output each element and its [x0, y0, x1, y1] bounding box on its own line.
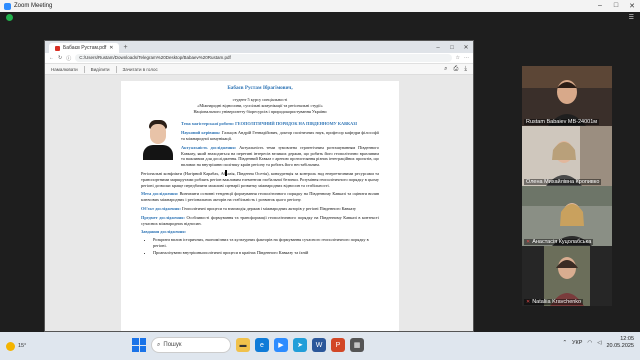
- wifi-icon[interactable]: ◠: [587, 340, 592, 346]
- toolbar-divider: [83, 65, 85, 73]
- clock-time: 12:05: [620, 336, 634, 342]
- info-icon[interactable]: ⓘ: [66, 55, 71, 62]
- object-label: Об'єкт дослідження:: [141, 205, 181, 211]
- taskbar: 15° ⌕ Пошук ▬ e ▶ ➤ W P ▦ ⌃ УКР ◠ ◁ 12:0…: [0, 332, 640, 360]
- zoom-app-icon[interactable]: ▶: [274, 338, 288, 352]
- browser-minimize-button[interactable]: –: [431, 43, 445, 53]
- search-icon: ⌕: [157, 341, 161, 348]
- mic-muted-icon: ✕: [526, 299, 531, 305]
- tasks-label: Завдання дослідження:: [141, 229, 186, 235]
- author-name: Бабаєв Рустам Ібрагімович,: [227, 85, 293, 91]
- security-shield-icon[interactable]: [6, 14, 13, 21]
- subject-label: Предмет дослідження:: [141, 214, 185, 220]
- pdf-toolbar: Намалювати Виділити Зачитати в голос ⌕ ⎙…: [45, 64, 473, 75]
- close-button[interactable]: ✕: [624, 2, 640, 10]
- author-photo: [141, 118, 175, 161]
- maximize-button[interactable]: □: [608, 2, 624, 10]
- weather-sun-icon: [6, 341, 15, 351]
- relevance-label: Актуальність дослідження:: [181, 144, 237, 150]
- tab-label: Бабаєв Рустам.pdf: [63, 45, 107, 51]
- minimize-button[interactable]: –: [592, 2, 608, 10]
- back-icon[interactable]: ←: [49, 55, 54, 61]
- chevron-up-icon[interactable]: ⌃: [562, 340, 567, 346]
- topic-label: Тема магістерської роботи:: [181, 121, 234, 127]
- system-tray: ⌃ УКР ◠ ◁ 12:05 20.05.2025: [562, 336, 634, 349]
- object-text: Геополітичні процеси та взаємодія держав…: [181, 205, 357, 211]
- url-field[interactable]: C:/Users/Rustam/Downloads/Telegram%20Des…: [75, 54, 452, 62]
- view-menu-icon[interactable]: ☰: [629, 14, 634, 21]
- weather-temp: 15°: [18, 343, 27, 349]
- shared-screen: Бабаєв Рустам.pdf ✕ + – □ ✕ ← ↻ ⓘ C:/Use…: [44, 40, 474, 332]
- participants-panel: Rustam Babaiev МВ-24001м Олена Михайлівн…: [522, 66, 612, 306]
- weather-widget[interactable]: 15°: [6, 341, 27, 351]
- participant-video: [522, 246, 612, 306]
- participant-video: [522, 66, 612, 126]
- zoom-icon: [4, 2, 11, 10]
- save-icon[interactable]: ⤓: [464, 66, 467, 73]
- reload-icon[interactable]: ↻: [58, 55, 62, 61]
- powerpoint-icon[interactable]: P: [331, 338, 345, 352]
- meeting-stage: ☰ Бабаєв Рустам.pdf ✕ + – □ ✕ ← ↻ ⓘ C:/U…: [0, 12, 640, 332]
- pdf-viewer[interactable]: Бабаєв Рустам Ібрагімович, студент 5 кур…: [45, 75, 473, 331]
- text-cursor-icon: [225, 170, 227, 176]
- participant-name: Nataliia Kravchenko: [532, 299, 582, 305]
- telegram-icon[interactable]: ➤: [293, 338, 307, 352]
- goal-label: Мета дослідження:: [141, 191, 179, 197]
- lang-indicator[interactable]: УКР: [572, 340, 582, 346]
- participant-video: [522, 126, 612, 186]
- mic-muted-icon: ✕: [526, 239, 531, 245]
- browser-maximize-button[interactable]: □: [445, 43, 459, 53]
- tab-close-icon[interactable]: ✕: [109, 43, 113, 53]
- print-icon[interactable]: ⎙: [454, 66, 459, 73]
- store-icon[interactable]: ▦: [350, 338, 364, 352]
- window-title: Zoom Meeting: [14, 3, 53, 9]
- start-button[interactable]: [132, 338, 146, 352]
- supervisor-label: Науковий керівник:: [181, 130, 221, 136]
- search-placeholder: Пошук: [163, 342, 182, 348]
- pdf-page: Бабаєв Рустам Ібрагімович, студент 5 кур…: [121, 81, 399, 331]
- list-item: Проаналізувати внутрішньополітичні проце…: [153, 250, 379, 256]
- participant-tile[interactable]: Олена Михайлівна Кропивко: [522, 126, 612, 186]
- meeting-topbar: ☰: [0, 12, 640, 24]
- participant-name: Олена Михайлівна Кропивко: [526, 179, 600, 185]
- relevance-paragraph-2: Регіональні конфлікти (Нагірний Карабах,…: [141, 170, 379, 188]
- highlight-button[interactable]: Виділити: [91, 67, 110, 72]
- volume-icon[interactable]: ◁: [597, 340, 601, 346]
- tasks-list: Розкрити вплив історичних, економічних т…: [153, 237, 379, 255]
- pdf-icon: [55, 45, 60, 51]
- subtitle-line: Національного університету біоресурсів і…: [193, 108, 327, 114]
- intro-row: Тема магістерської роботи: ГЕОПОЛІТИЧНИЙ…: [141, 118, 379, 168]
- search-icon[interactable]: ⌕: [444, 66, 447, 73]
- toolbar-divider: [115, 65, 117, 73]
- participant-name: Анастасія Куцолабська: [532, 239, 592, 245]
- clock-date: 20.05.2025: [606, 342, 634, 349]
- word-icon[interactable]: W: [312, 338, 326, 352]
- browser-close-button[interactable]: ✕: [459, 43, 473, 53]
- read-aloud-button[interactable]: Зачитати в голос: [123, 67, 158, 72]
- list-item: Розкрити вплив історичних, економічних т…: [153, 237, 379, 249]
- participant-name: Rustam Babaiev МВ-24001м: [526, 119, 598, 125]
- taskbar-search[interactable]: ⌕ Пошук: [151, 337, 231, 353]
- participant-tile[interactable]: ✕ Анастасія Куцолабська: [522, 186, 612, 246]
- clock[interactable]: 12:05 20.05.2025: [606, 336, 634, 349]
- edge-browser-icon[interactable]: e: [255, 338, 269, 352]
- browser-tabstrip: Бабаєв Рустам.pdf ✕ + – □ ✕: [45, 41, 473, 53]
- topic-text: ГЕОПОЛІТИЧНИЙ ПОРЯДОК НА ПІВДЕННОМУ КАВК…: [235, 121, 358, 127]
- browser-tab[interactable]: Бабаєв Рустам.pdf ✕: [49, 43, 120, 53]
- address-bar: ← ↻ ⓘ C:/Users/Rustam/Downloads/Telegram…: [45, 53, 473, 64]
- new-tab-button[interactable]: +: [123, 43, 127, 53]
- file-explorer-icon[interactable]: ▬: [236, 338, 250, 352]
- more-menu-icon[interactable]: ⋯: [464, 55, 469, 61]
- participant-tile[interactable]: ✕ Nataliia Kravchenko: [522, 246, 612, 306]
- participant-tile[interactable]: Rustam Babaiev МВ-24001м: [522, 66, 612, 126]
- participant-video: [522, 186, 612, 246]
- favorite-star-icon[interactable]: ☆: [456, 55, 460, 61]
- draw-button[interactable]: Намалювати: [51, 67, 78, 72]
- zoom-titlebar: Zoom Meeting – □ ✕: [0, 0, 640, 12]
